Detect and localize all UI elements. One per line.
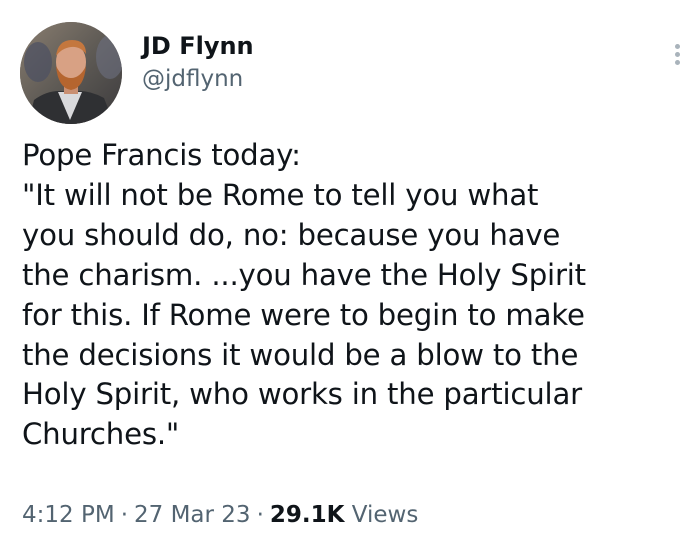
tweet-card: JD Flynn @jdflynn Pope Francis today: "I…: [0, 0, 680, 556]
author-display-name[interactable]: JD Flynn: [142, 30, 254, 62]
meta-separator: ·: [120, 502, 128, 528]
tweet-text-line: for this. If Rome were to begin to make: [22, 297, 585, 332]
author-block: JD Flynn @jdflynn: [142, 30, 254, 94]
author-handle[interactable]: @jdflynn: [142, 64, 254, 94]
meta-separator: ·: [256, 502, 264, 528]
tweet-text-line: Pope Francis today:: [22, 138, 301, 172]
tweet-text-line: you should do, no: because you have: [22, 217, 561, 252]
avatar-photo: [20, 22, 122, 124]
avatar[interactable]: [20, 22, 122, 124]
tweet-text-line: "It will not be Rome to tell you what: [22, 177, 539, 212]
tweet-time[interactable]: 4:12 PM: [22, 502, 115, 528]
tweet-date[interactable]: 27 Mar 23: [134, 502, 251, 528]
more-options-icon[interactable]: [671, 40, 680, 70]
tweet-text: Pope Francis today: "It will not be Rome…: [22, 136, 672, 455]
tweet-text-line: Churches.": [22, 417, 180, 452]
views-count: 29.1K: [269, 502, 345, 528]
tweet-text-line: Holy Spirit, who works in the particular: [22, 377, 582, 412]
tweet-meta: 4:12 PM · 27 Mar 23 · 29.1K Views: [22, 498, 418, 532]
views-label: Views: [351, 502, 419, 528]
tweet-text-line: the decisions it would be a blow to the: [22, 337, 579, 372]
tweet-text-line: the charism. ...you have the Holy Spirit: [22, 257, 586, 292]
